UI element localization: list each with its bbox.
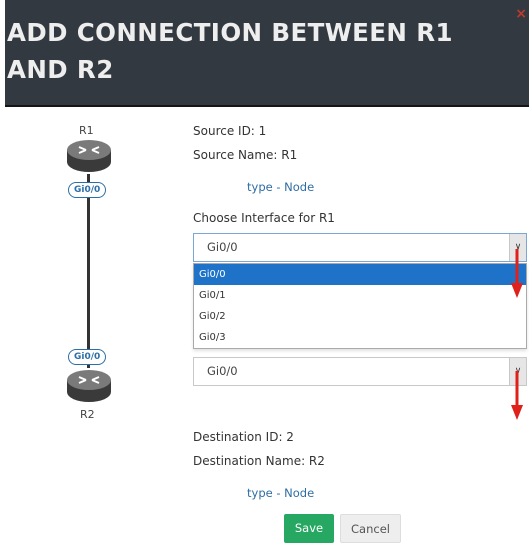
source-id: Source ID: 1 — [193, 124, 267, 138]
r2-label: R2 — [80, 408, 95, 421]
router-icon[interactable] — [66, 138, 112, 174]
router-icon[interactable] — [66, 368, 112, 404]
interface-dropdown-list: Gi0/0 Gi0/1 Gi0/2 Gi0/3 — [193, 263, 527, 349]
title-line-1: ADD CONNECTION BETWEEN R1 — [7, 18, 453, 47]
title-line-2: AND R2 — [7, 55, 114, 84]
choose-interface-label: Choose Interface for R1 — [193, 211, 335, 225]
dropdown-option[interactable]: Gi0/0 — [194, 264, 526, 285]
source-interface-tag: Gi0/0 — [68, 182, 107, 198]
dest-select-value: Gi0/0 — [207, 364, 238, 378]
source-name: Source Name: R1 — [193, 148, 298, 162]
source-type-link[interactable]: type - Node — [247, 180, 314, 194]
destination-type-link[interactable]: type - Node — [247, 486, 314, 500]
dropdown-option[interactable]: Gi0/1 — [194, 285, 526, 306]
dropdown-option[interactable]: Gi0/2 — [194, 306, 526, 327]
destination-name: Destination Name: R2 — [193, 454, 325, 468]
cancel-button[interactable]: Cancel — [340, 514, 401, 543]
save-button[interactable]: Save — [284, 514, 334, 543]
red-down-arrow-icon — [511, 249, 523, 298]
dialog-header: ADD CONNECTION BETWEEN R1 AND R2 × — [5, 0, 529, 107]
dest-interface-select[interactable]: Gi0/0 ∨ — [193, 357, 527, 386]
source-interface-select[interactable]: Gi0/0 ∨ — [193, 233, 527, 262]
destination-id: Destination ID: 2 — [193, 430, 294, 444]
dest-interface-tag: Gi0/0 — [68, 349, 107, 365]
close-icon[interactable]: × — [515, 6, 527, 22]
dialog-title: ADD CONNECTION BETWEEN R1 AND R2 — [7, 14, 477, 88]
dropdown-option[interactable]: Gi0/3 — [194, 327, 526, 348]
r1-label: R1 — [79, 124, 94, 137]
source-select-value: Gi0/0 — [207, 240, 238, 254]
red-down-arrow-icon — [511, 371, 523, 420]
connection-line — [87, 174, 90, 368]
